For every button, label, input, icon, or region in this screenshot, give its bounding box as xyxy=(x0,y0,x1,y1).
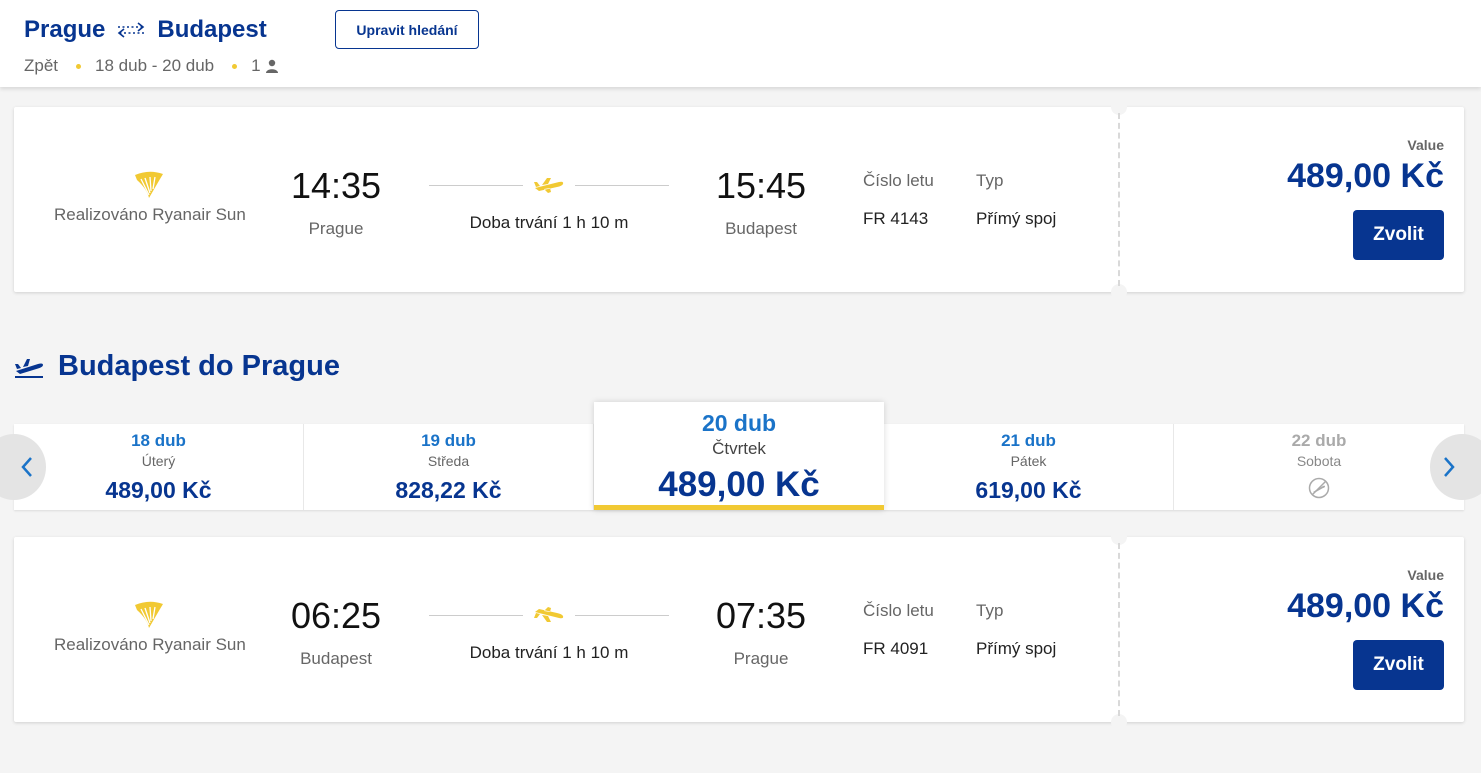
departure-city: Budapest xyxy=(300,649,372,668)
origin-city: Prague xyxy=(24,16,106,43)
date-price: 619,00 Kč xyxy=(975,477,1082,503)
no-flight-icon xyxy=(1308,477,1330,499)
passenger-count-value: 1 xyxy=(251,56,261,75)
arrival: 07:35 Prague xyxy=(701,595,821,669)
departure-plane-icon xyxy=(15,358,43,378)
duration-text: Doba trvání 1 h 10 m xyxy=(469,213,629,232)
date-carousel: 18 dub Úterý 489,00 Kč 19 dub Středa 828… xyxy=(14,402,1464,510)
fare-label: Value xyxy=(1407,567,1444,583)
flight-type: Přímý spoj xyxy=(976,639,1057,658)
flight-number: FR 4143 xyxy=(863,209,929,228)
operator: Realizováno Ryanair Sun xyxy=(54,599,246,655)
chevron-right-icon xyxy=(1444,457,1455,477)
flight-type-info: Typ Přímý spoj xyxy=(976,171,1056,229)
card-notch xyxy=(1111,714,1127,730)
flight-type: Přímý spoj xyxy=(976,209,1057,228)
day-label: Čtvrtek xyxy=(712,439,766,458)
arrival-city: Prague xyxy=(733,649,789,668)
plane-icon xyxy=(534,178,564,193)
operator-name: Realizováno Ryanair Sun xyxy=(54,205,246,224)
day-label: Pátek xyxy=(1010,453,1047,469)
date-label: 21 dub xyxy=(1001,431,1056,450)
flight-duration: Doba trvání 1 h 10 m xyxy=(429,605,669,663)
select-flight-button[interactable]: Zvolit xyxy=(1353,640,1444,690)
flight-duration: Doba trvání 1 h 10 m xyxy=(429,175,669,233)
separator-dot xyxy=(232,63,238,69)
route-line xyxy=(575,614,669,616)
flight-type-label: Typ xyxy=(976,171,1004,190)
card-notch xyxy=(1111,284,1127,300)
price-box: Value 489,00 Kč Zvolit xyxy=(1287,567,1444,690)
day-label: Úterý xyxy=(141,453,176,469)
route-line xyxy=(429,614,523,616)
search-summary-header: Prague Budapest Zpět 18 dub - 20 dub 1 U… xyxy=(0,0,1481,87)
flight-number: FR 4091 xyxy=(863,639,929,658)
route-title: Prague Budapest xyxy=(24,16,267,44)
ryanair-harp-logo xyxy=(135,171,163,198)
duration-text: Doba trvání 1 h 10 m xyxy=(469,643,629,662)
departure-city: Prague xyxy=(308,219,364,238)
trip-dates: 18 dub - 20 dub xyxy=(95,56,215,75)
select-flight-button[interactable]: Zvolit xyxy=(1353,210,1444,260)
flight-number-info: Číslo letu FR 4143 xyxy=(863,171,934,229)
day-label: Středa xyxy=(427,453,470,469)
date-label: 18 dub xyxy=(131,431,186,450)
flight-number-label: Číslo letu xyxy=(863,171,934,190)
section-title-text: Budapest do Prague xyxy=(58,350,340,382)
date-option-unavailable: 22 dub Sobota xyxy=(1174,424,1464,510)
plane-icon xyxy=(534,607,564,622)
card-divider xyxy=(1118,543,1120,716)
departure-time: 06:25 xyxy=(290,595,382,636)
departure: 06:25 Budapest xyxy=(276,595,396,669)
destination-city: Budapest xyxy=(157,16,267,43)
date-option-selected[interactable]: 20 dub Čtvrtek 489,00 Kč xyxy=(594,402,884,510)
fare-price: 489,00 Kč xyxy=(1287,587,1444,625)
date-label: 20 dub xyxy=(701,410,777,436)
ryanair-harp-logo xyxy=(135,601,163,628)
return-section-title: Budapest do Prague xyxy=(14,350,340,383)
flight-type-label: Typ xyxy=(976,601,1004,620)
route-meta: Zpět 18 dub - 20 dub 1 xyxy=(24,56,279,76)
passenger-count: 1 xyxy=(251,56,278,76)
trip-type: Zpět xyxy=(24,56,59,75)
arrival-city: Budapest xyxy=(725,219,797,238)
operator-name: Realizováno Ryanair Sun xyxy=(54,635,246,654)
departure: 14:35 Prague xyxy=(276,165,396,239)
arrival-time: 15:45 xyxy=(715,165,807,206)
chevron-left-icon xyxy=(21,457,32,477)
fare-price: 489,00 Kč xyxy=(1287,157,1444,195)
date-label: 22 dub xyxy=(1291,431,1347,450)
date-label: 19 dub xyxy=(421,431,476,450)
flight-type-info: Typ Přímý spoj xyxy=(976,601,1056,659)
date-option[interactable]: 21 dub Pátek 619,00 Kč xyxy=(884,424,1174,510)
date-price: 489,00 Kč xyxy=(658,465,820,504)
date-price: 828,22 Kč xyxy=(395,477,502,503)
date-price: 489,00 Kč xyxy=(105,477,212,503)
route-line xyxy=(575,184,669,186)
flight-number-label: Číslo letu xyxy=(863,601,934,620)
arrival-time: 07:35 xyxy=(715,595,807,636)
route-line xyxy=(429,184,523,186)
flight-number-info: Číslo letu FR 4091 xyxy=(863,601,934,659)
edit-search-button[interactable]: Upravit hledání xyxy=(335,10,479,49)
person-icon xyxy=(265,59,278,73)
date-option[interactable]: 19 dub Středa 828,22 Kč xyxy=(304,424,594,510)
operator: Realizováno Ryanair Sun xyxy=(54,169,246,225)
card-divider xyxy=(1118,113,1120,286)
separator-dot xyxy=(76,63,82,69)
return-flight-card: Realizováno Ryanair Sun 06:25 Budapest D… xyxy=(14,529,1464,730)
day-label: Sobota xyxy=(1296,453,1342,469)
fare-label: Value xyxy=(1407,137,1444,153)
outbound-flight-card: Realizováno Ryanair Sun 14:35 Prague Dob… xyxy=(14,99,1464,300)
round-trip-arrows-icon xyxy=(118,22,145,38)
arrival: 15:45 Budapest xyxy=(701,165,821,239)
departure-time: 14:35 xyxy=(290,165,382,206)
price-box: Value 489,00 Kč Zvolit xyxy=(1287,137,1444,260)
date-option[interactable]: 18 dub Úterý 489,00 Kč xyxy=(14,424,304,510)
